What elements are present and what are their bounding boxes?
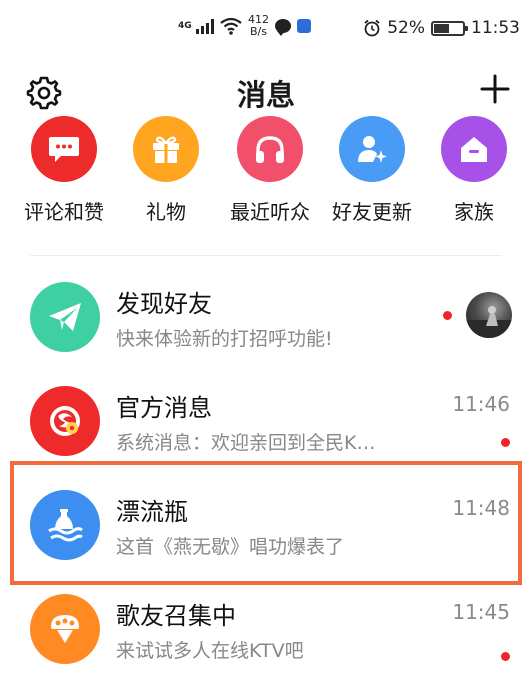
message-title: 发现好友 [116, 290, 212, 318]
divider [30, 255, 502, 256]
quick-action-label: 家族 [454, 200, 494, 224]
quick-action-recent-listeners[interactable]: 最近听众 [218, 116, 322, 225]
friend-avatar-thumbnail[interactable] [466, 292, 512, 338]
message-preview: 系统消息：欢迎亲回到全民K… [116, 432, 376, 454]
chat-bubble-icon [31, 116, 97, 182]
karaoke-logo-icon [30, 386, 100, 456]
wifi-icon [220, 17, 242, 35]
notification-app-icon [297, 19, 311, 33]
quick-action-label: 好友更新 [332, 200, 412, 224]
network-speed: 412 B/s [248, 14, 269, 38]
quick-action-label: 评论和赞 [24, 200, 104, 224]
message-time: 11:46 [452, 392, 510, 416]
battery-percent: 52% [387, 18, 425, 38]
message-row-official[interactable]: 官方消息 系统消息：欢迎亲回到全民K… 11:46 [0, 366, 532, 470]
status-time: 11:53 [471, 18, 520, 38]
gift-icon [133, 116, 199, 182]
quick-action-label: 最近听众 [230, 200, 310, 224]
unread-dot [501, 652, 510, 661]
battery-fill [434, 23, 449, 33]
headphones-icon [237, 116, 303, 182]
notification-message-icon [275, 19, 291, 36]
unread-dot [501, 438, 510, 447]
user-sparkle-icon [339, 116, 405, 182]
message-row-singer-gathering[interactable]: 歌友召集中 来试试多人在线KTV吧 11:45 [0, 574, 532, 674]
unread-dot [443, 311, 452, 320]
speed-unit: B/s [250, 25, 267, 38]
quick-actions: 评论和赞 礼物 最近听众 好友更新 家族 [0, 116, 532, 234]
selection-highlight [10, 461, 522, 585]
house-icon [441, 116, 507, 182]
status-right-group: 52% 11:53 [363, 18, 520, 38]
status-bar: 4G 412 B/s 52% 11:53 [0, 0, 532, 60]
paper-plane-icon [30, 282, 100, 352]
quick-action-family[interactable]: 家族 [422, 116, 526, 225]
plus-icon[interactable] [480, 74, 510, 104]
page-title: 消息 [236, 78, 295, 112]
network-type: 4G [178, 20, 192, 31]
header: 消息 [0, 62, 532, 120]
message-preview: 快来体验新的打招呼功能! [116, 328, 333, 350]
microphone-group-icon [30, 594, 100, 664]
quick-action-gifts[interactable]: 礼物 [114, 116, 218, 225]
message-preview: 来试试多人在线KTV吧 [116, 640, 304, 662]
quick-action-label: 礼物 [146, 200, 186, 224]
quick-action-comments-likes[interactable]: 评论和赞 [12, 116, 116, 225]
message-row-discover-friends[interactable]: 发现好友 快来体验新的打招呼功能! [0, 262, 532, 366]
message-title: 歌友召集中 [116, 602, 236, 630]
alarm-icon [364, 19, 380, 37]
signal-icon [196, 18, 214, 34]
message-title: 官方消息 [116, 394, 212, 422]
battery-icon [431, 20, 468, 36]
quick-action-friend-updates[interactable]: 好友更新 [320, 116, 424, 225]
status-left-group: 4G 412 B/s [178, 14, 311, 38]
message-time: 11:45 [452, 600, 510, 624]
